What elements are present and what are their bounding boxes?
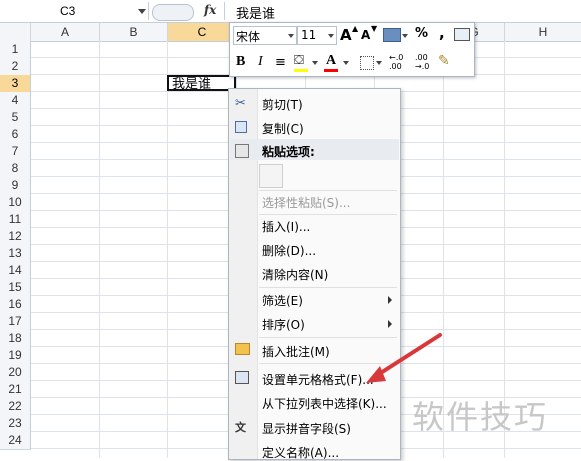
watermark: 软件技巧 (412, 398, 549, 436)
annotation-arrow (366, 333, 442, 383)
